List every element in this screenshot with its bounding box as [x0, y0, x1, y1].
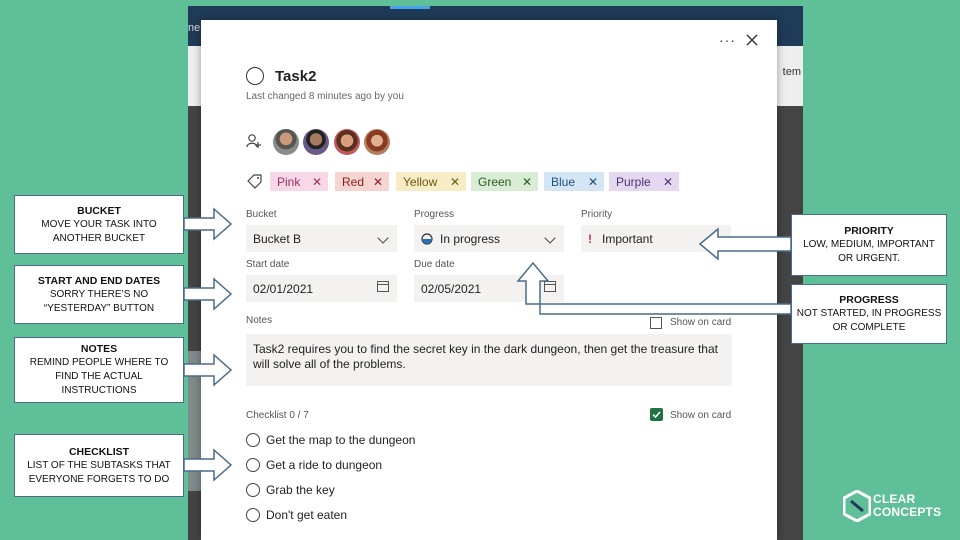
- callout-line: SORRY THERE’S NO: [49, 288, 149, 300]
- callout-priority: PRIORITY LOW, MEDIUM, IMPORTANT OR URGEN…: [791, 214, 947, 276]
- callout-line: ANOTHER BUCKET: [52, 232, 146, 244]
- arrow-bucket: [183, 207, 233, 241]
- callout-line: NOT STARTED, IN PROGRESS: [796, 308, 942, 319]
- callout-title: BUCKET: [77, 204, 121, 217]
- callout-line: “YESTERDAY” BUTTON: [43, 302, 155, 314]
- logo-line: CONCEPTS: [873, 505, 942, 519]
- callout-line: FIND THE ACTUAL: [55, 371, 143, 382]
- arrow-notes: [183, 353, 233, 387]
- callout-line: REMIND PEOPLE WHERE TO: [29, 357, 169, 368]
- callout-notes: NOTES REMIND PEOPLE WHERE TO FIND THE AC…: [14, 337, 184, 403]
- arrow-checklist: [183, 448, 233, 482]
- callout-line: INSTRUCTIONS: [61, 385, 137, 396]
- clear-concepts-logo-icon: [843, 490, 871, 522]
- callout-line: MOVE YOUR TASK INTO: [41, 218, 157, 230]
- callout-title: START AND END DATES: [37, 274, 161, 287]
- callout-line: OR COMPLETE: [832, 322, 906, 333]
- callout-title: NOTES: [80, 343, 118, 355]
- arrow-priority: [698, 227, 792, 261]
- clear-concepts-logo: CLEAR CONCEPTS: [873, 493, 941, 519]
- callout-bucket: BUCKET MOVE YOUR TASK INTO ANOTHER BUCKE…: [14, 195, 184, 254]
- callout-title: CHECKLIST: [68, 445, 130, 458]
- arrow-progress: [516, 261, 792, 315]
- callout-line: EVERYONE FORGETS TO DO: [28, 473, 170, 485]
- callout-progress: PROGRESS NOT STARTED, IN PROGRESS OR COM…: [791, 284, 947, 344]
- callout-checklist: CHECKLIST LIST OF THE SUBTASKS THAT EVER…: [14, 434, 184, 497]
- callout-line: OR URGENT.: [838, 253, 900, 264]
- arrow-dates: [183, 277, 233, 311]
- callout-title: PRIORITY: [844, 225, 894, 237]
- callout-line: LIST OF THE SUBTASKS THAT: [27, 459, 171, 471]
- callout-title: PROGRESS: [839, 294, 899, 306]
- callout-dates: START AND END DATES SORRY THERE’S NO “YE…: [14, 265, 184, 324]
- callout-line: LOW, MEDIUM, IMPORTANT: [803, 239, 935, 250]
